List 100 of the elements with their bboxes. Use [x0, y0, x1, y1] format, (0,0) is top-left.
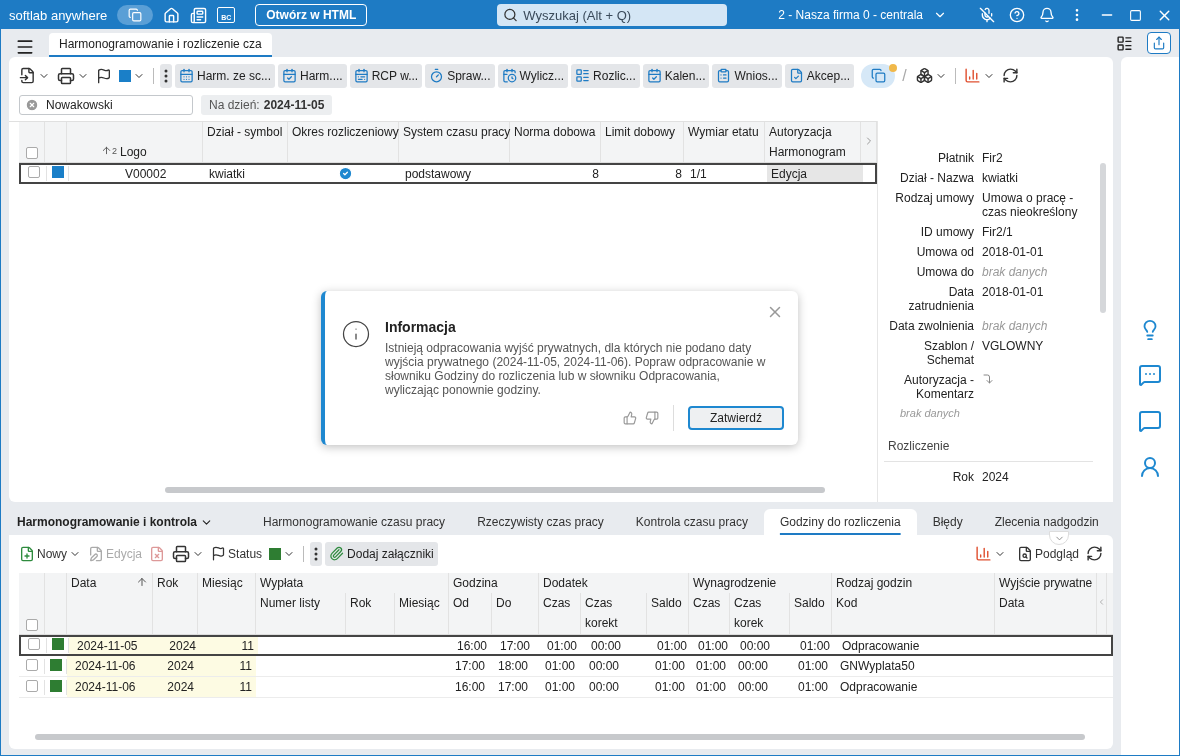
open-html-button[interactable]: Otwórz w HTML	[255, 4, 368, 26]
layers-button[interactable]	[117, 5, 154, 25]
column-header[interactable]: Czas	[689, 593, 730, 634]
refresh-button[interactable]	[1084, 543, 1105, 564]
toolbar-button[interactable]: Harm. ze sc...	[175, 63, 275, 88]
file-check-icon	[788, 68, 804, 83]
toolbar-button[interactable]: Wnios...	[712, 63, 782, 88]
table-cell: 2024	[153, 656, 198, 676]
column-header[interactable]: Rok	[346, 593, 395, 634]
column-header[interactable]: Miesiąc	[395, 593, 449, 634]
tab[interactable]: Zlecenia nadgodzin	[978, 509, 1115, 535]
share-button[interactable]	[1147, 32, 1171, 54]
column-header[interactable]: Wypłata	[256, 573, 449, 593]
clear-icon[interactable]	[25, 98, 39, 112]
column-header[interactable]: Saldo	[790, 593, 832, 634]
column-header[interactable]: Norma dobowa	[510, 122, 601, 162]
toolbar-button[interactable]: Harm....	[278, 63, 347, 88]
table-cell-text: Odpracowanie	[839, 679, 919, 696]
home-icon[interactable]	[163, 6, 181, 24]
user-chat-icon[interactable]	[1138, 455, 1162, 479]
select-all-checkbox[interactable]	[25, 619, 38, 631]
tab[interactable]: Rzeczywisty czas pracy	[461, 509, 620, 535]
column-header[interactable]: Numer listy	[256, 593, 346, 634]
help-chat-icon[interactable]	[1138, 409, 1162, 433]
search-field[interactable]: Wyszukaj (Alt + Q)	[497, 4, 728, 26]
status-button[interactable]: Status	[209, 544, 265, 563]
column-header[interactable]: Czas	[539, 593, 581, 634]
column-header[interactable]: Kod	[832, 593, 995, 634]
column-header[interactable]: Okres rozliczeniowy	[288, 122, 399, 162]
help-icon[interactable]	[1009, 7, 1025, 23]
column-header[interactable]: Czas korek	[730, 593, 790, 634]
grid-row[interactable]: 2024-11-05 2024 11 16:00 17:00 01:00 00:00 01:00 01:00 00:00 01:00 Odpracowanie	[19, 635, 1113, 656]
more-button[interactable]	[310, 541, 323, 566]
new-button[interactable]: Nowy	[17, 543, 83, 564]
column-header[interactable]: System czasu pracy	[399, 122, 510, 162]
toolbar-button[interactable]: Rozlic...	[571, 63, 640, 88]
column-header[interactable]: Miesiąc	[198, 573, 256, 634]
toolbar-button[interactable]: Wylicz...	[497, 63, 569, 88]
toolbar-button[interactable]: Akcep...	[784, 63, 855, 88]
column-header[interactable]: Do	[492, 593, 539, 634]
column-header[interactable]: Dział - symbol	[203, 122, 288, 162]
select-all-checkbox[interactable]	[25, 147, 38, 159]
column-header[interactable]: Rok	[153, 573, 198, 634]
preview-icon	[1016, 545, 1033, 562]
toolbar-button[interactable]: RCP w...	[349, 63, 423, 88]
row-checkbox[interactable]	[27, 166, 40, 178]
filter-field[interactable]: Nowakowski	[19, 95, 193, 115]
column-header[interactable]: Rodzaj godzin	[832, 573, 995, 593]
column-header[interactable]: Data	[67, 573, 153, 634]
thumbs-down-icon[interactable]	[645, 411, 659, 425]
field-label: Data zatrudnienia	[907, 285, 974, 313]
column-header[interactable]: Saldo	[647, 593, 689, 634]
column-header[interactable]: Wyjście prywatne	[995, 573, 1097, 593]
boxes-icon	[915, 67, 933, 84]
attach-button[interactable]: Dodaj załączniki	[325, 541, 438, 566]
column-header[interactable]: Autoryzacja	[765, 122, 861, 142]
column-header[interactable]: 2 Logo	[67, 142, 203, 162]
thumbs-up-icon[interactable]	[623, 411, 637, 425]
column-header[interactable]: Od	[449, 593, 492, 634]
column-header[interactable]: Wymiar etatu	[684, 122, 765, 162]
column-header[interactable]: Czas korekt	[581, 593, 647, 634]
company-selector[interactable]: 2 - Nasza firma 0 - centrala	[772, 7, 953, 23]
grid-row[interactable]: 2024-11-06 2024 11 17:00 18:00 01:00 00:00 01:00 01:00 00:00 01:00 GNWyplata50	[19, 656, 1113, 677]
maximize-icon[interactable]	[1129, 8, 1142, 22]
grid-row[interactable]: 2024-11-06 2024 11 16:00 17:00 01:00 00:00 01:00 01:00 00:00 01:00 Odpracowanie	[19, 677, 1113, 698]
column-header[interactable]: Dodatek	[539, 573, 689, 593]
flag-icon	[96, 67, 112, 84]
document-tab[interactable]: Harmonogramowanie i rozliczenie cza	[49, 33, 272, 57]
column-header[interactable]: Harmonogram	[765, 142, 861, 162]
mute-icon[interactable]	[979, 7, 995, 23]
column-header[interactable]: Data	[995, 593, 1097, 634]
bell-icon[interactable]	[1039, 7, 1055, 23]
column-header[interactable]: Godzina	[449, 573, 539, 593]
menu-icon[interactable]	[15, 37, 35, 57]
tab[interactable]: Harmonogramowanie czasu pracy	[247, 509, 462, 535]
calendar-clock-icon	[501, 68, 517, 83]
toolbar-button[interactable]: Spraw...	[425, 63, 495, 88]
field-value: Fir2/1	[982, 225, 1014, 239]
tab[interactable]: Kontrola czasu pracy	[619, 509, 764, 535]
column-header[interactable]: Wynagrodzenie	[689, 573, 832, 593]
row-checkbox[interactable]	[25, 658, 38, 671]
grid-row[interactable]: V00002 kwiatki podstawowy 8 8 1/1 Edycja	[19, 163, 877, 184]
news-icon[interactable]	[190, 6, 208, 24]
table-cell-text: 01:00	[796, 679, 829, 696]
tab[interactable]: Godziny do rozliczenia	[763, 509, 917, 535]
row-checkbox[interactable]	[25, 679, 38, 692]
chat-icon[interactable]	[1138, 363, 1162, 387]
tab[interactable]: Błędy	[916, 509, 979, 535]
confirm-button[interactable]: Zatwierdź	[688, 406, 784, 430]
table-cell: 2024-11-06	[67, 656, 153, 676]
preview-button[interactable]: Podgląd	[1014, 543, 1081, 564]
list-view-icon[interactable]	[1116, 34, 1133, 52]
table-cell-text: 00:00	[737, 658, 770, 675]
column-header[interactable]: Limit dobowy	[601, 122, 684, 162]
more-button[interactable]	[160, 63, 172, 88]
row-checkbox[interactable]	[27, 638, 40, 650]
toolbar-button[interactable]: Kalen...	[642, 63, 710, 88]
module-selector[interactable]: Harmonogramowanie i kontrola	[9, 515, 248, 535]
mode-toggle[interactable]	[861, 63, 896, 88]
date-value: 2024-11-05	[263, 98, 325, 112]
